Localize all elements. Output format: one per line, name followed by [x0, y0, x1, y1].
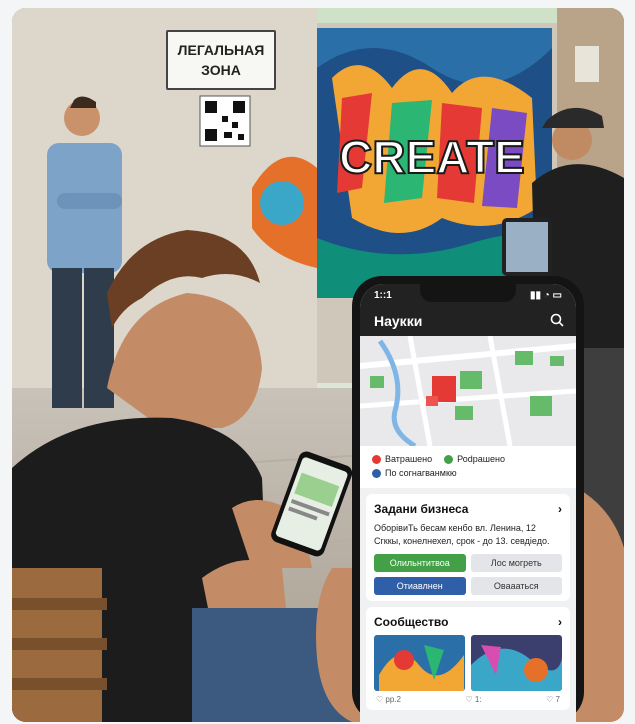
bench: [12, 568, 107, 722]
legend-item: Ватрашено Роdрашено: [372, 454, 566, 464]
green-dot-icon: [444, 454, 454, 464]
task-card: Задани бизнеса › ОборівиТь бесам кенбо в…: [366, 494, 570, 601]
likes-row: ♡ рр.2 ♡ 1: ♡ 7: [374, 691, 562, 704]
mural-text: CREATE: [339, 131, 525, 183]
community-thumbnails: [374, 635, 562, 691]
signal-battery-icon: ▮▮ ◔ ▭: [529, 289, 562, 301]
phone-notch: [420, 284, 516, 302]
task-title: Задани бизнеса: [374, 502, 469, 516]
legal-zone-sign: ЛЕГАЛЬНАЯ ЗОНА: [166, 30, 276, 90]
like-count[interactable]: ♡ 1:: [466, 695, 482, 704]
graffiti-thumbnail[interactable]: [471, 635, 562, 691]
map-legend: Ватрашено Роdрашено По согнагванмкю: [360, 446, 576, 488]
view-button[interactable]: Лос могреть: [470, 554, 562, 572]
community-card: Сообщество › ♡ рр.2 ♡ 1: ♡ 7: [366, 607, 570, 710]
community-title: Сообщество: [374, 615, 449, 629]
red-dot-icon: [372, 454, 381, 464]
city-map[interactable]: [360, 335, 576, 449]
blue-dot-icon: [372, 468, 381, 478]
smartphone: 1::1 ▮▮ ◔ ▭ Наукки Ватрашено Роdрашено П…: [352, 276, 584, 724]
qr-code: [199, 95, 251, 147]
chevron-right-icon[interactable]: ›: [558, 615, 562, 629]
like-count[interactable]: ♡ рр.2: [376, 695, 401, 704]
accept-button[interactable]: Олильнтитвоа: [374, 554, 466, 572]
community-header[interactable]: Сообщество ›: [374, 615, 562, 629]
app-title: Наукки: [374, 313, 423, 329]
status-time: 1::1: [374, 289, 392, 301]
legend-label: Ватрашено: [385, 454, 433, 464]
discuss-button[interactable]: Оваааться: [470, 577, 562, 595]
reject-button[interactable]: Отиавлнен: [374, 577, 466, 595]
legend-label: По согнагванмкю: [385, 468, 457, 478]
chevron-right-icon[interactable]: ›: [558, 502, 562, 516]
task-actions: Олильнтитвоа Лос могреть Отиавлнен Овааа…: [374, 554, 562, 595]
sign-line-1: ЛЕГАЛЬНАЯ: [177, 42, 265, 58]
phone-screen: 1::1 ▮▮ ◔ ▭ Наукки Ватрашено Роdрашено П…: [360, 284, 576, 724]
app-header: Наукки: [360, 306, 576, 336]
legend-label: Роdрашено: [457, 454, 505, 464]
graffiti-thumbnail[interactable]: [374, 635, 465, 691]
like-count[interactable]: ♡ 7: [546, 695, 560, 704]
search-icon[interactable]: [550, 313, 564, 330]
man-standing-left: [47, 96, 122, 408]
legend-item: По согнагванмкю: [372, 468, 566, 478]
sign-line-2: ЗОНА: [201, 62, 241, 78]
task-description: ОборівиТь бесам кенбо вл. Ленина, 12 Сгк…: [374, 523, 550, 546]
task-card-header[interactable]: Задани бизнеса ›: [374, 502, 562, 516]
